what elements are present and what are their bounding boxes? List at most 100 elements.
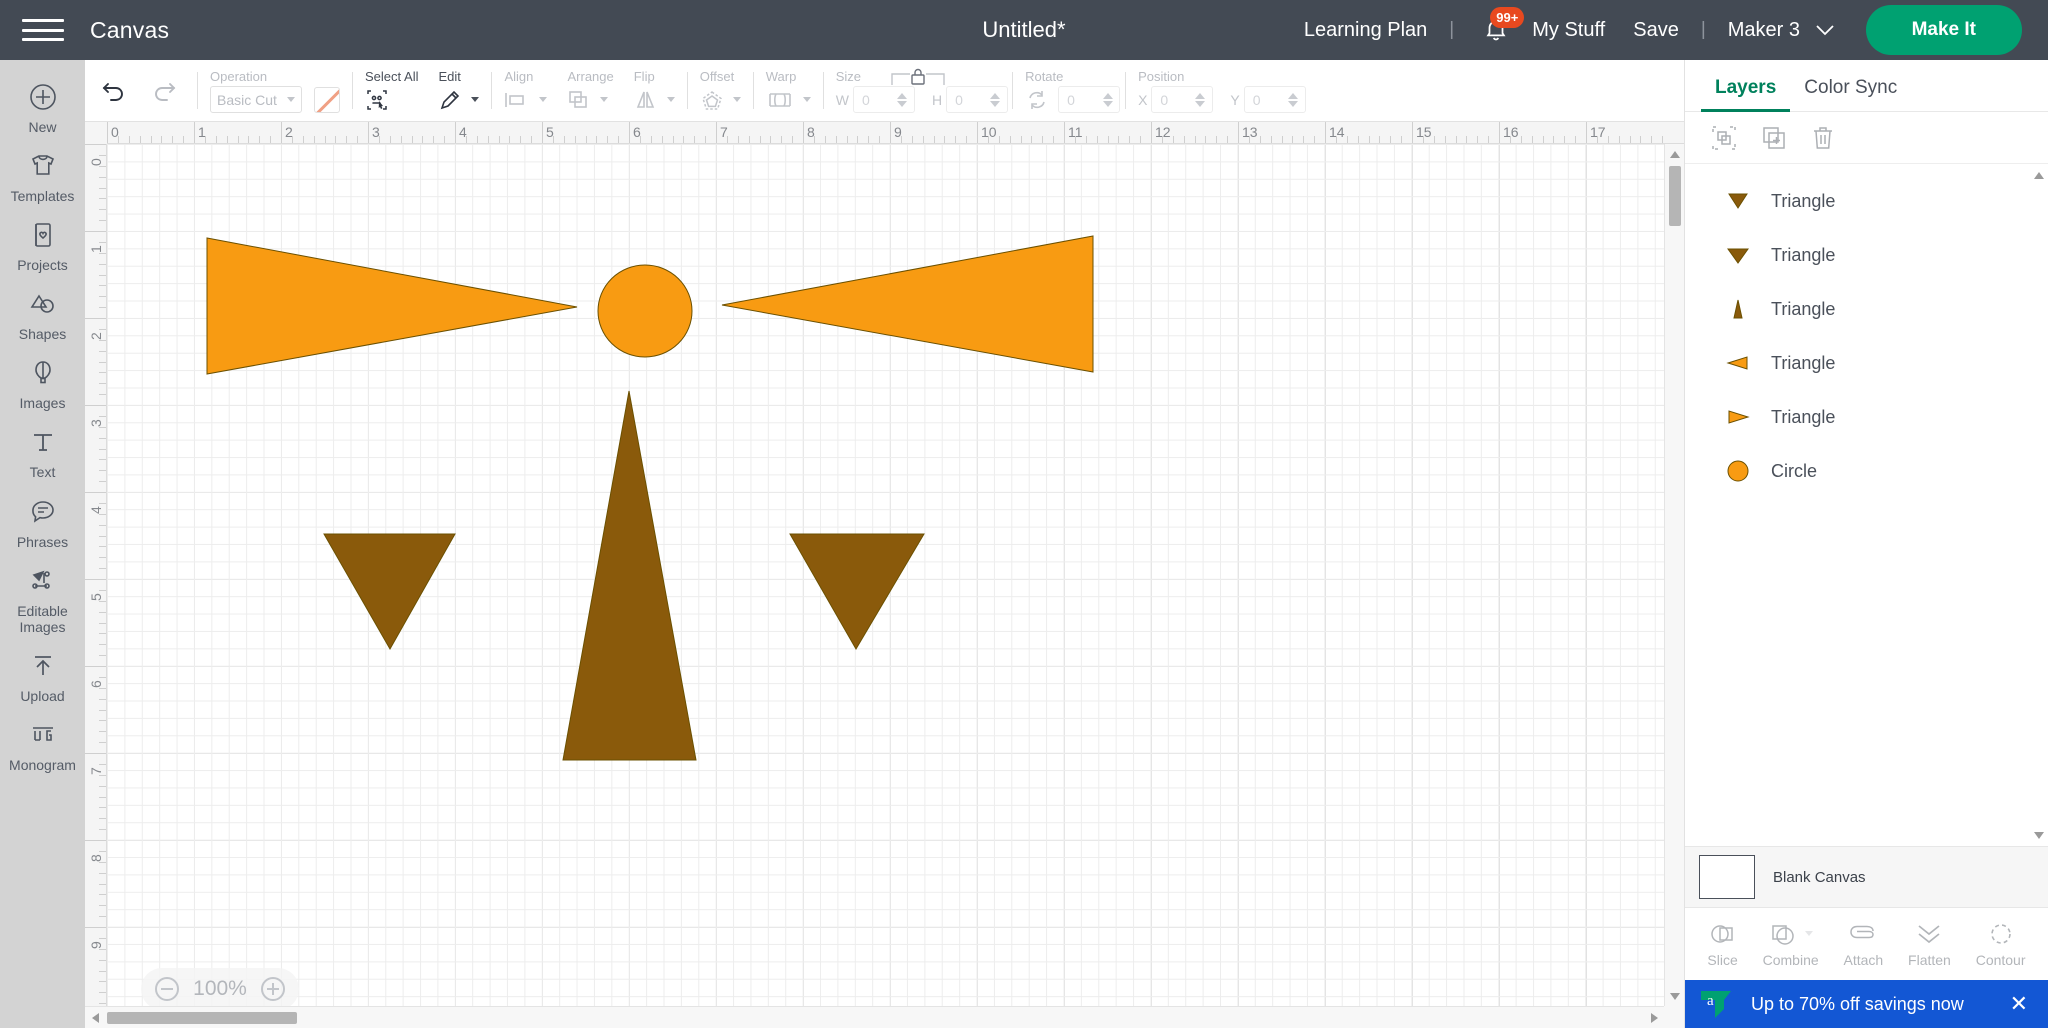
tab-layers[interactable]: Layers (1701, 77, 1791, 112)
layers-scrollbar[interactable] (2032, 168, 2046, 842)
scroll-down-icon[interactable] (1665, 986, 1685, 1006)
height-stepper[interactable] (990, 92, 1001, 107)
operation-select[interactable]: Basic Cut (210, 86, 302, 113)
undo-arrow-icon[interactable] (101, 80, 127, 102)
learning-plan-link[interactable]: Learning Plan (1290, 19, 1441, 42)
scroll-thumb-vertical[interactable] (1669, 166, 1681, 226)
pencil-icon[interactable] (438, 88, 462, 112)
chevron-down-icon[interactable] (600, 97, 609, 102)
my-stuff-link[interactable]: My Stuff (1518, 19, 1619, 42)
sidebar-item-text[interactable]: Text (0, 417, 85, 486)
layer-row[interactable]: Triangle (1685, 282, 2048, 336)
combine-button[interactable]: Combine (1763, 921, 1819, 968)
scroll-right-icon[interactable] (1644, 1007, 1664, 1028)
tab-color-sync[interactable]: Color Sync (1790, 77, 1911, 111)
align-icon[interactable] (504, 90, 530, 110)
toolbar-divider (1125, 72, 1127, 109)
duplicate-icon[interactable] (1761, 125, 1787, 151)
close-icon[interactable]: ✕ (2006, 993, 2032, 1015)
notification-badge: 99+ (1490, 7, 1525, 28)
layer-row[interactable]: Triangle (1685, 336, 2048, 390)
sidebar-item-monogram[interactable]: Monogram (0, 710, 85, 779)
blank-canvas-layer[interactable]: Blank Canvas (1685, 846, 2048, 908)
contour-button[interactable]: Contour (1976, 921, 2026, 968)
sidebar-item-new[interactable]: New (0, 72, 85, 141)
ruler-subtick (661, 136, 663, 143)
flip-group[interactable]: Flip (624, 60, 685, 121)
machine-selector[interactable]: Maker 3 (1714, 19, 1848, 42)
rotate-stepper[interactable] (1103, 92, 1114, 107)
warp-group[interactable]: Warp (756, 60, 821, 121)
minus-circle-icon[interactable] (155, 977, 179, 1001)
plus-circle-icon[interactable] (261, 977, 285, 1001)
notifications-button[interactable]: 99+ (1476, 7, 1525, 50)
promo-banner[interactable]: a Up to 70% off savings now ✕ (1685, 980, 2048, 1028)
ruler-subtick (99, 959, 106, 961)
triangle-right-orange[interactable] (721, 235, 1094, 373)
width-field[interactable]: W 0 (836, 86, 915, 113)
chevron-down-icon[interactable] (666, 97, 675, 102)
rotate-icon[interactable] (1025, 89, 1049, 111)
scroll-up-icon[interactable] (1665, 144, 1685, 164)
sidebar-item-editable-images[interactable]: Editable Images (0, 556, 85, 641)
ruler-label: 10 (981, 124, 997, 140)
edit-group[interactable]: Edit (428, 60, 489, 121)
chevron-down-icon[interactable] (1804, 931, 1813, 936)
circle-orange[interactable] (597, 264, 693, 358)
arrange-group[interactable]: Arrange (557, 60, 623, 121)
save-button[interactable]: Save (1619, 19, 1693, 42)
sidebar-item-phrases[interactable]: Phrases (0, 487, 85, 556)
make-it-button[interactable]: Make It (1865, 5, 2022, 55)
canvas-color-swatch[interactable] (1699, 855, 1755, 899)
triangle-center-brown[interactable] (562, 390, 697, 761)
attach-button[interactable]: Attach (1844, 921, 1883, 968)
ruler-subtick (1053, 136, 1055, 143)
align-group[interactable]: Align (494, 60, 557, 121)
y-field[interactable]: Y 0 (1230, 86, 1306, 113)
sidebar-item-upload[interactable]: Upload (0, 641, 85, 710)
trash-icon[interactable] (1811, 125, 1835, 151)
sidebar-item-templates[interactable]: Templates (0, 141, 85, 210)
canvas-horizontal-scrollbar[interactable] (85, 1006, 1664, 1028)
chevron-down-icon[interactable] (732, 97, 741, 102)
chevron-down-icon[interactable] (802, 97, 811, 102)
lock-icon[interactable] (886, 66, 950, 86)
chevron-down-icon[interactable] (539, 97, 548, 102)
canvas-vertical-scrollbar[interactable] (1664, 144, 1684, 1006)
triangle-left-brown[interactable] (323, 533, 456, 651)
y-stepper[interactable] (1287, 92, 1298, 107)
layer-row[interactable]: Circle (1685, 444, 2048, 498)
chevron-down-icon[interactable] (471, 97, 480, 102)
layer-row[interactable]: Triangle (1685, 390, 2048, 444)
x-stepper[interactable] (1195, 92, 1206, 107)
height-field[interactable]: H 0 (932, 86, 1009, 113)
sidebar-item-images[interactable]: Images (0, 348, 85, 417)
scroll-down-icon[interactable] (2032, 828, 2046, 842)
group-icon[interactable] (1711, 125, 1737, 151)
triangle-left-orange[interactable] (206, 237, 578, 375)
select-all-group[interactable]: Select All (355, 60, 428, 121)
offset-group[interactable]: Offset (690, 60, 751, 121)
layers-list[interactable]: Triangle Triangle Triangle Triangle Triangle… (1685, 164, 2048, 846)
flip-icon[interactable] (634, 89, 658, 111)
x-field[interactable]: X 0 (1138, 86, 1214, 113)
slice-button[interactable]: Slice (1707, 921, 1738, 968)
layer-row[interactable]: Triangle (1685, 174, 2048, 228)
sidebar-item-projects[interactable]: Projects (0, 210, 85, 279)
warp-icon[interactable] (766, 90, 794, 110)
scroll-up-icon[interactable] (2032, 168, 2046, 182)
triangle-right-brown[interactable] (789, 533, 925, 650)
arrange-icon[interactable] (567, 89, 591, 111)
width-stepper[interactable] (896, 92, 907, 107)
design-canvas[interactable]: 100% (107, 144, 1684, 1028)
offset-icon[interactable] (700, 89, 724, 111)
redo-arrow-icon[interactable] (151, 80, 177, 102)
scroll-thumb-horizontal[interactable] (107, 1012, 297, 1024)
layer-row[interactable]: Triangle (1685, 228, 2048, 282)
scroll-left-icon[interactable] (85, 1007, 105, 1028)
flatten-button[interactable]: Flatten (1908, 921, 1951, 968)
select-all-icon[interactable] (365, 88, 389, 112)
line-color-swatch-icon[interactable] (314, 86, 340, 113)
hamburger-icon[interactable] (22, 15, 64, 45)
sidebar-item-shapes[interactable]: Shapes (0, 279, 85, 348)
